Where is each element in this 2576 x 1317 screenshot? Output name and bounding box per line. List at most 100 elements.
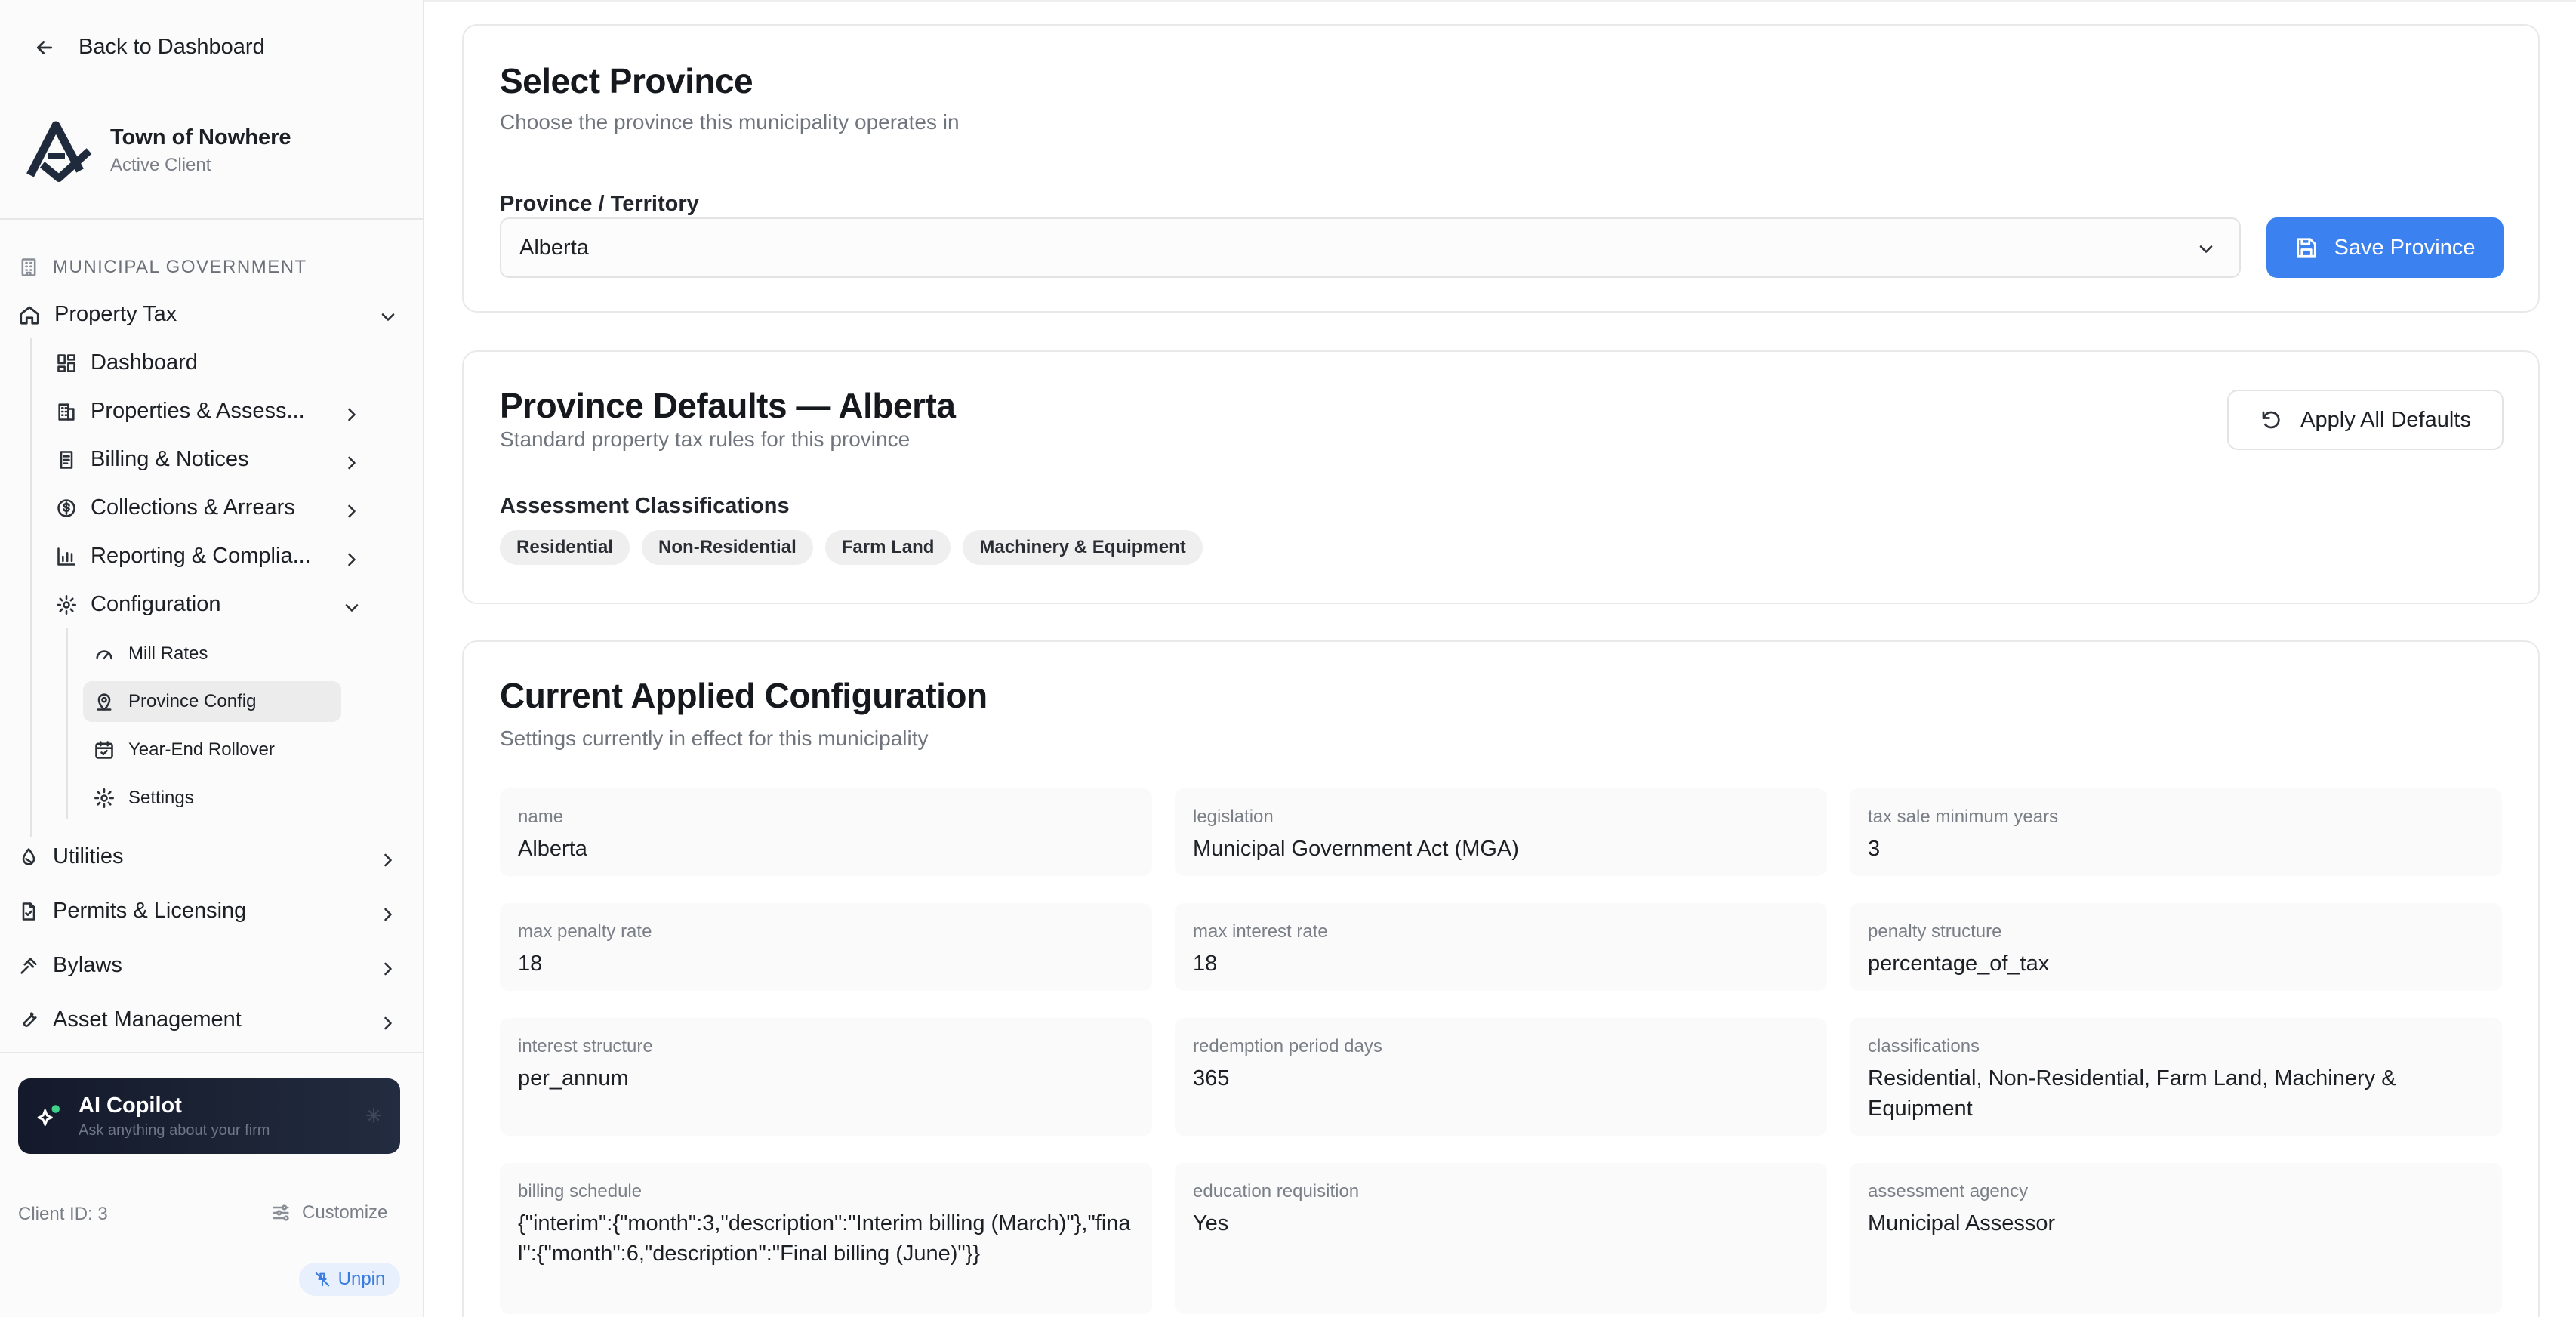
config-value: 18 (518, 952, 543, 976)
nav-configuration-label: Configuration (91, 592, 221, 616)
tree-line (30, 338, 32, 837)
config-value: Municipal Assessor (1868, 1211, 2056, 1235)
nav-year-end-label: Year-End Rollover (128, 739, 275, 760)
gauge-icon (96, 650, 112, 660)
nav-settings[interactable]: Settings (94, 788, 194, 809)
dollar-circle-icon (57, 498, 75, 517)
config-key: legislation (1193, 807, 1274, 827)
config-field: legislation Municipal Government Act (MG… (1175, 788, 1827, 876)
building-icon (21, 258, 36, 276)
province-defaults-title: Province Defaults — Alberta (500, 386, 956, 425)
config-value: Yes (1193, 1211, 1229, 1235)
ai-copilot-button[interactable]: AI Copilot Ask anything about your firm (18, 1078, 400, 1154)
classification-chips: Residential Non-Residential Farm Land Ma… (500, 530, 1203, 565)
map-pin-icon (97, 693, 112, 711)
save-province-label: Save Province (2334, 235, 2476, 260)
chevron-down-icon[interactable] (341, 597, 362, 618)
sparkle-small-icon (366, 1108, 381, 1123)
config-key: assessment agency (1868, 1181, 2029, 1201)
sidebar-divider (0, 1052, 423, 1053)
chevron-right-icon[interactable] (341, 549, 362, 570)
save-province-button[interactable]: Save Province (2266, 217, 2504, 278)
classification-chip: Farm Land (824, 530, 951, 565)
config-value: Residential, Non-Residential, Farm Land,… (1868, 1066, 2396, 1121)
calendar-check-icon (95, 741, 113, 759)
unpin-label: Unpin (337, 1269, 386, 1289)
nav-reporting-compliance[interactable]: Reporting & Complia... (56, 544, 311, 569)
config-field: max interest rate 18 (1175, 903, 1827, 991)
apply-all-defaults-button[interactable]: Apply All Defaults (2227, 390, 2504, 450)
nav-properties-assessments[interactable]: Properties & Assess... (56, 399, 305, 424)
gavel-icon (20, 957, 37, 974)
chevron-right-icon[interactable] (377, 850, 399, 871)
nav-bylaws-label: Bylaws (53, 953, 122, 977)
current-config-subtitle: Settings currently in effect for this mu… (500, 726, 929, 750)
chevron-down-icon[interactable] (377, 307, 399, 328)
config-key: max interest rate (1193, 921, 1328, 942)
nav-reporting-label: Reporting & Complia... (91, 544, 311, 568)
config-field: classifications Residential, Non-Residen… (1850, 1018, 2502, 1136)
config-value: 3 (1868, 837, 1881, 861)
wrench-icon (23, 1011, 37, 1027)
save-icon (2296, 238, 2316, 258)
config-field: education requisition Yes (1175, 1163, 1827, 1314)
config-value: 18 (1193, 952, 1218, 976)
unpin-button[interactable]: Unpin (299, 1263, 400, 1296)
chevron-right-icon[interactable] (341, 452, 362, 473)
nav-settings-label: Settings (128, 788, 194, 808)
client-logo (26, 121, 92, 182)
config-key: redemption period days (1193, 1036, 1382, 1056)
nav-property-tax[interactable]: Property Tax (18, 302, 177, 327)
chevron-right-icon[interactable] (377, 1013, 399, 1034)
copilot-subtitle: Ask anything about your firm (79, 1122, 270, 1139)
classification-chip: Machinery & Equipment (963, 530, 1203, 565)
rotate-ccw-icon (2262, 411, 2280, 429)
nav-utilities-label: Utilities (53, 844, 124, 868)
chevron-right-icon[interactable] (341, 501, 362, 522)
customize-button[interactable]: Customize (270, 1202, 387, 1223)
chevron-down-icon (2199, 245, 2213, 253)
main-top-border (424, 0, 2576, 2)
nav-year-end-rollover[interactable]: Year-End Rollover (94, 739, 275, 760)
config-value: per_annum (518, 1066, 629, 1090)
sliders-icon (273, 1204, 289, 1221)
sidebar: Back to Dashboard Town of Nowhere Active… (0, 0, 424, 1317)
back-to-dashboard-link[interactable]: Back to Dashboard (33, 35, 265, 60)
nav-province-config[interactable]: Province Config (94, 691, 256, 712)
nav-configuration[interactable]: Configuration (56, 592, 221, 617)
select-province-title: Select Province (500, 61, 753, 100)
gear-icon (57, 594, 76, 615)
config-key: max penalty rate (518, 921, 652, 942)
client-id: Client ID: 3 (18, 1204, 108, 1224)
province-field-label: Province / Territory (500, 192, 699, 216)
nav-permits-label: Permits & Licensing (53, 899, 247, 923)
province-defaults-subtitle: Standard property tax rules for this pro… (500, 427, 911, 451)
nav-mill-rates[interactable]: Mill Rates (94, 643, 208, 665)
pin-off-icon (315, 1272, 329, 1287)
chevron-right-icon[interactable] (341, 404, 362, 425)
nav-bylaws[interactable]: Bylaws (18, 953, 122, 978)
config-value: Alberta (518, 837, 587, 861)
chevron-right-icon[interactable] (377, 958, 399, 979)
nav-collections-arrears[interactable]: Collections & Arrears (56, 495, 295, 520)
client-name: Town of Nowhere (110, 125, 291, 150)
nav-dashboard[interactable]: Dashboard (56, 350, 198, 375)
config-field: name Alberta (500, 788, 1152, 876)
nav-permits-licensing[interactable]: Permits & Licensing (18, 899, 246, 924)
nav-utilities[interactable]: Utilities (18, 844, 123, 869)
config-value: percentage_of_tax (1868, 952, 2050, 976)
copilot-title: AI Copilot (79, 1093, 182, 1118)
sidebar-divider (0, 218, 423, 220)
province-selected-value: Alberta (519, 235, 589, 260)
config-key: name (518, 807, 564, 827)
config-value: {"interim":{"month":3,"description":"Int… (518, 1211, 1131, 1266)
receipt-icon (60, 450, 73, 469)
province-select[interactable]: Alberta (500, 217, 2241, 278)
nav-mill-rates-label: Mill Rates (128, 643, 208, 664)
config-field: max penalty rate 18 (500, 903, 1152, 991)
nav-billing-notices[interactable]: Billing & Notices (56, 447, 249, 472)
chevron-right-icon[interactable] (377, 904, 399, 925)
config-field: redemption period days 365 (1175, 1018, 1827, 1136)
droplet-icon (22, 847, 35, 865)
nav-asset-management[interactable]: Asset Management (18, 1007, 242, 1032)
